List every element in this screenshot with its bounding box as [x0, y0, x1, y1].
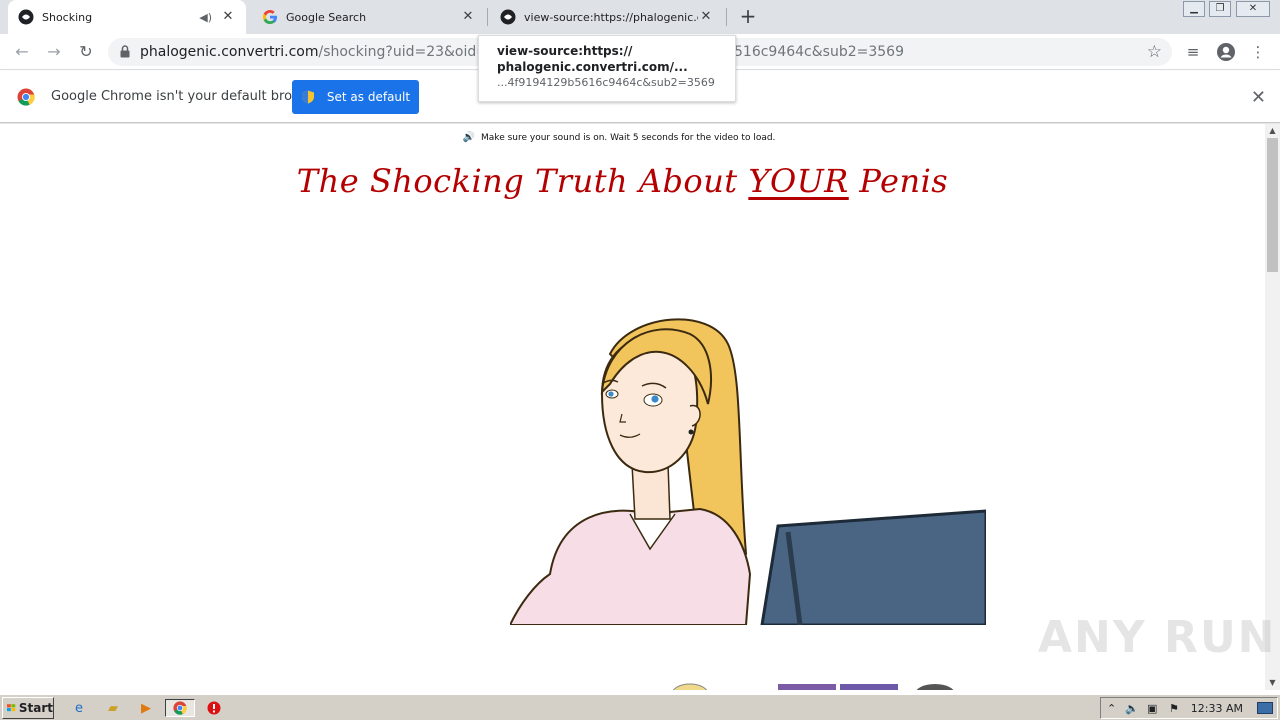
tab-google-search[interactable]: Google Search ✕	[252, 0, 486, 34]
anyrun-watermark: ANY RUN	[1038, 612, 1277, 663]
scroll-down-icon[interactable]: ▼	[1265, 676, 1280, 690]
new-tab-button[interactable]: +	[738, 6, 758, 26]
reload-button[interactable]: ↻	[76, 42, 96, 62]
headline-text-post: Penis	[848, 162, 949, 200]
trust-badges	[672, 683, 954, 690]
tray-expand-icon[interactable]: ⌃	[1107, 702, 1116, 715]
show-desktop-icon[interactable]	[1257, 702, 1273, 714]
start-button[interactable]: Start	[2, 697, 54, 719]
tab-hover-tooltip: view-source:https:// phalogenic.convertr…	[478, 35, 736, 102]
page-headline: The Shocking Truth About YOUR Penis	[0, 162, 1245, 200]
site-favicon-icon	[18, 9, 34, 25]
page-content: 🔊 Make sure your sound is on. Wait 5 seco…	[0, 124, 1265, 690]
tab-separator	[487, 8, 488, 26]
tab-separator	[726, 8, 727, 26]
tab-strip: Shocking ◀) ✕ Google Search ✕ view-sourc…	[0, 0, 1280, 34]
minimize-button[interactable]: ▁	[1183, 1, 1205, 17]
headline-emphasis: YOUR	[748, 162, 849, 200]
clock[interactable]: 12:33 AM	[1191, 702, 1243, 715]
set-as-default-button[interactable]: Set as default	[292, 80, 419, 114]
tab-view-source[interactable]: view-source:https://phalogenic.conv ✕	[490, 0, 724, 34]
volume-icon[interactable]: 🔈	[1125, 702, 1139, 715]
tab-close-icon[interactable]: ✕	[460, 9, 476, 25]
restore-button[interactable]: ❐	[1209, 1, 1231, 17]
media-player-icon[interactable]: ▶	[137, 699, 155, 717]
menu-kebab-icon[interactable]: ⋮	[1248, 42, 1268, 62]
url-host: phalogenic.convertri.com	[140, 44, 319, 60]
scroll-up-icon[interactable]: ▲	[1265, 124, 1280, 138]
ie-icon[interactable]: e	[70, 699, 88, 717]
windows-flag-icon	[7, 704, 16, 712]
tooltip-line-1: view-source:https://	[497, 44, 633, 58]
chrome-logo-icon	[17, 88, 35, 106]
sound-notice: 🔊 Make sure your sound is on. Wait 5 seco…	[0, 132, 1238, 143]
infobar-close-icon[interactable]: ✕	[1251, 87, 1266, 108]
stop-badge-icon	[207, 701, 221, 715]
profile-avatar-icon[interactable]	[1216, 42, 1236, 62]
infobar-message: Google Chrome isn't your default browser	[51, 89, 323, 104]
windows-taskbar: Start e ▰ ▶ ⌃ 🔈 ▣ ⚑ 12:33 AM	[0, 694, 1280, 720]
set-as-default-label: Set as default	[326, 90, 411, 104]
headline-text-pre: The Shocking Truth About	[296, 162, 749, 200]
tooltip-line-2: phalogenic.convertri.com/...	[497, 60, 688, 74]
tab-title: Shocking	[42, 10, 93, 24]
tab-close-icon[interactable]: ✕	[220, 9, 236, 25]
url-tail: 516c9464c&sub2=3569	[734, 44, 904, 60]
scroll-thumb[interactable]	[1267, 138, 1278, 272]
lock-icon	[120, 45, 130, 58]
tab-title: view-source:https://phalogenic.conv	[524, 10, 698, 24]
video-player[interactable]	[510, 314, 986, 625]
back-button[interactable]: ←	[12, 42, 32, 62]
close-window-button[interactable]: ✕	[1236, 1, 1270, 17]
page-scrollbar[interactable]: ▲ ▼	[1265, 124, 1280, 690]
speaker-icon[interactable]: ◀)	[199, 11, 212, 24]
tab-close-icon[interactable]: ✕	[698, 9, 714, 25]
action-center-flag-icon[interactable]: ⚑	[1169, 702, 1179, 715]
tab-title: Google Search	[286, 10, 367, 24]
forward-button[interactable]: →	[44, 42, 64, 62]
media-control-icon[interactable]: ≡	[1183, 42, 1203, 62]
site-favicon-icon	[500, 9, 516, 25]
tooltip-line-3: ...4f9194129b5616c9464c&sub2=3569	[497, 76, 715, 89]
bookmark-star-icon[interactable]: ☆	[1147, 42, 1162, 62]
chrome-logo-icon	[173, 701, 187, 715]
chrome-taskbar-button[interactable]	[165, 699, 195, 717]
google-icon	[262, 10, 277, 25]
network-icon[interactable]: ▣	[1147, 702, 1157, 715]
speaker-icon: 🔊	[462, 132, 476, 143]
explorer-folder-icon[interactable]: ▰	[104, 699, 122, 717]
uac-shield-icon	[301, 90, 314, 104]
start-label: Start	[18, 701, 53, 715]
system-tray: ⌃ 🔈 ▣ ⚑ 12:33 AM	[1100, 697, 1278, 719]
sound-notice-text: Make sure your sound is on. Wait 5 secon…	[481, 133, 776, 143]
stop-icon[interactable]	[205, 699, 223, 717]
tab-shocking[interactable]: Shocking ◀) ✕	[8, 0, 246, 34]
